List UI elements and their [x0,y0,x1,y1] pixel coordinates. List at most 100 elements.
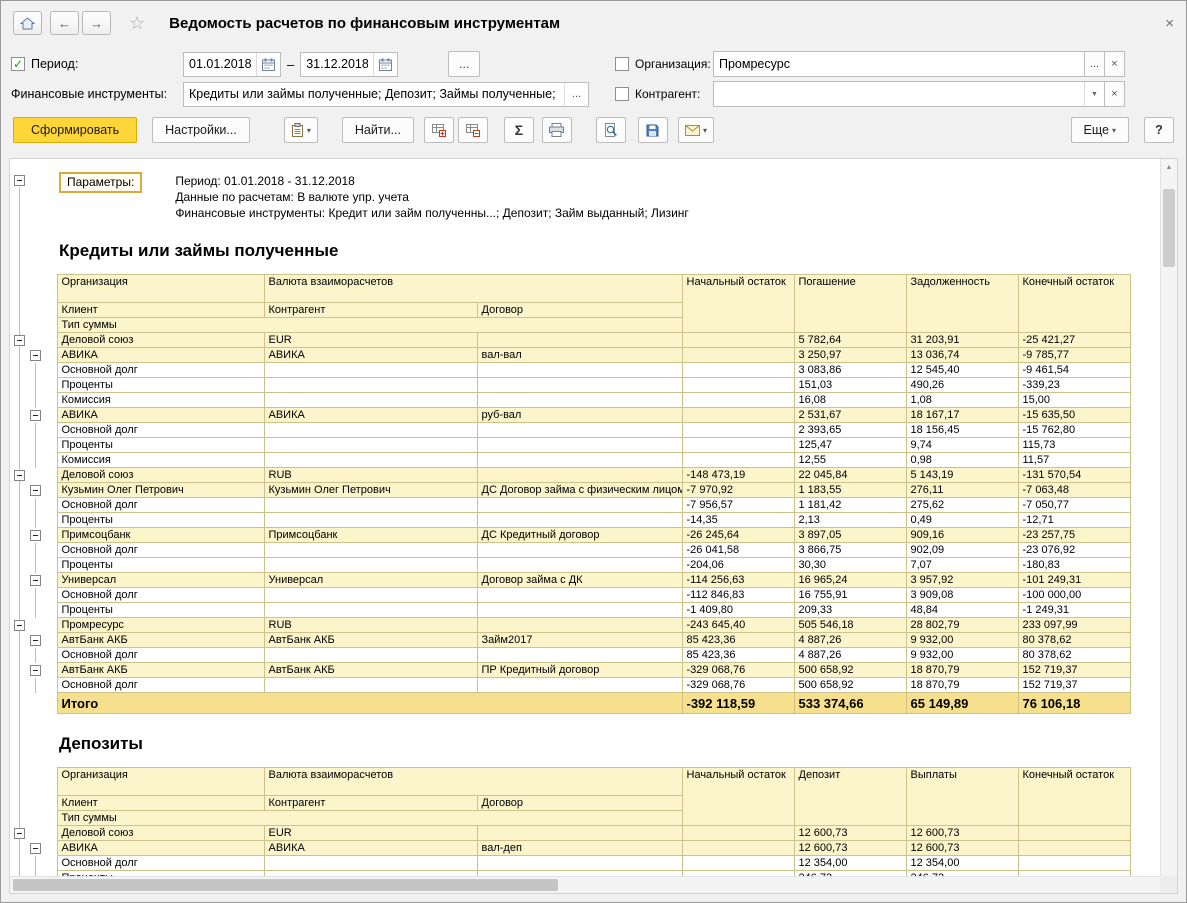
cell-text[interactable]: руб-вал [477,408,682,423]
cell-value[interactable]: 2,13 [794,513,906,528]
collapse-groups-button[interactable] [458,117,488,143]
cell-value[interactable]: 31 203,91 [906,333,1018,348]
cell-text[interactable] [264,453,477,468]
contragent-input[interactable] [714,82,1084,106]
cell-text[interactable]: Основной долг [57,648,264,663]
cell-text[interactable]: ПР Кредитный договор [477,663,682,678]
cell-text[interactable] [264,543,477,558]
cell-text[interactable]: Основной долг [57,678,264,693]
cell-value[interactable]: 5 143,19 [906,468,1018,483]
cell-text[interactable]: АВИКА [264,348,477,363]
contragent-dropdown-button[interactable]: ▼ [1084,82,1104,106]
cell-text[interactable]: Промресурс [57,618,264,633]
cell-value[interactable]: 76 106,18 [1018,693,1130,714]
cell-value[interactable]: -15 762,80 [1018,423,1130,438]
cell-text[interactable]: АвтБанк АКБ [57,663,264,678]
vertical-scrollbar[interactable]: ▲ [1160,159,1177,876]
cell-value[interactable]: 12 600,73 [794,826,906,841]
cell-value[interactable]: 18 156,45 [906,423,1018,438]
cell-value[interactable]: 9 932,00 [906,648,1018,663]
cell-value[interactable]: 0,49 [906,513,1018,528]
cell-value[interactable]: 5 782,64 [794,333,906,348]
cell-value[interactable]: 3 250,97 [794,348,906,363]
cell-text[interactable] [477,826,682,841]
cell-text[interactable]: АВИКА [57,841,264,856]
cell-value[interactable] [682,423,794,438]
cell-value[interactable]: 115,73 [1018,438,1130,453]
cell-value[interactable]: 490,26 [906,378,1018,393]
cell-value[interactable]: 500 658,92 [794,663,906,678]
mail-button[interactable]: ▾ [678,117,714,143]
cell-value[interactable]: 18 870,79 [906,678,1018,693]
back-button[interactable]: ← [50,11,79,35]
cell-value[interactable] [682,453,794,468]
cell-value[interactable]: 209,33 [794,603,906,618]
cell-value[interactable] [682,408,794,423]
cell-value[interactable]: 2 393,65 [794,423,906,438]
cell-text[interactable]: Кузьмин Олег Петрович [264,483,477,498]
collapse-toggle[interactable] [14,620,25,631]
cell-text[interactable] [477,856,682,871]
cell-value[interactable]: -148 473,19 [682,468,794,483]
cell-text[interactable]: Основной долг [57,423,264,438]
cell-value[interactable]: 28 802,79 [906,618,1018,633]
cell-text[interactable]: АВИКА [57,408,264,423]
cell-text[interactable] [477,468,682,483]
cell-text[interactable]: Кузьмин Олег Петрович [57,483,264,498]
cell-value[interactable]: 11,57 [1018,453,1130,468]
cell-value[interactable]: 3 866,75 [794,543,906,558]
cell-value[interactable]: -112 846,83 [682,588,794,603]
cell-value[interactable]: 12 600,73 [794,841,906,856]
cell-text[interactable] [264,588,477,603]
organization-input[interactable] [714,52,1084,76]
organization-more-button[interactable]: ... [1084,51,1105,77]
cell-value[interactable]: 12 354,00 [794,856,906,871]
vertical-scroll-thumb[interactable] [1163,189,1175,267]
preview-button[interactable] [596,117,626,143]
cell-value[interactable]: 12,55 [794,453,906,468]
cell-value[interactable]: -7 063,48 [1018,483,1130,498]
cell-value[interactable]: 1 183,55 [794,483,906,498]
cell-text[interactable]: Универсал [57,573,264,588]
instruments-input[interactable] [184,83,564,106]
horizontal-scroll-thumb[interactable] [13,879,558,891]
cell-text[interactable]: Проценты [57,603,264,618]
collapse-toggle[interactable] [30,350,41,361]
cell-value[interactable]: -12,71 [1018,513,1130,528]
cell-value[interactable]: 125,47 [794,438,906,453]
organization-checkbox[interactable] [615,57,629,71]
collapse-toggle[interactable] [30,410,41,421]
cell-text[interactable] [264,648,477,663]
cell-text[interactable]: Основной долг [57,588,264,603]
cell-text[interactable]: Проценты [57,513,264,528]
cell-text[interactable]: Комиссия [57,453,264,468]
collapse-toggle[interactable] [30,530,41,541]
cell-value[interactable]: 22 045,84 [794,468,906,483]
close-icon[interactable]: × [1165,15,1174,32]
cell-text[interactable]: Итого [57,693,682,714]
cell-value[interactable]: -26 245,64 [682,528,794,543]
cell-value[interactable]: 4 887,26 [794,633,906,648]
cell-text[interactable] [477,423,682,438]
cell-text[interactable]: ДС Договор займа с физическим лицом [477,483,682,498]
collapse-toggle[interactable] [30,635,41,646]
cell-value[interactable]: 30,30 [794,558,906,573]
cell-text[interactable]: EUR [264,826,477,841]
cell-value[interactable]: 9 932,00 [906,633,1018,648]
cell-value[interactable]: 15,00 [1018,393,1130,408]
cell-text[interactable]: Деловой союз [57,826,264,841]
cell-value[interactable] [682,378,794,393]
cell-text[interactable] [477,558,682,573]
cell-value[interactable]: -329 068,76 [682,663,794,678]
cell-text[interactable]: Универсал [264,573,477,588]
cell-text[interactable] [477,438,682,453]
cell-value[interactable] [682,826,794,841]
cell-text[interactable]: RUB [264,618,477,633]
home-button[interactable] [13,11,42,35]
generate-button[interactable]: Сформировать [13,117,137,143]
cell-text[interactable]: вал-деп [477,841,682,856]
cell-value[interactable]: 1 181,42 [794,498,906,513]
cell-text[interactable] [477,333,682,348]
forward-button[interactable]: → [82,11,111,35]
cell-value[interactable]: -204,06 [682,558,794,573]
